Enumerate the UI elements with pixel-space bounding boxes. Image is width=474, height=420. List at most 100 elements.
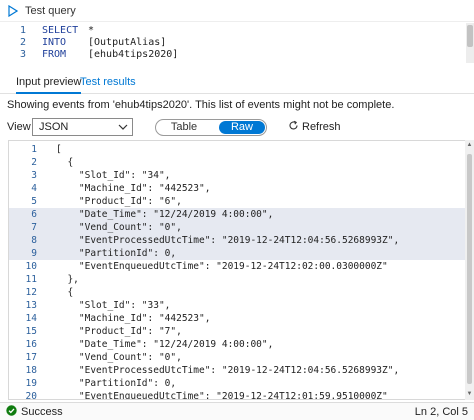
view-label: View [7, 121, 31, 133]
toolbar: Test query [0, 0, 474, 22]
json-line-text: "EventProcessedUtcTime": "2019-12-24T12:… [56, 235, 400, 246]
refresh-label: Refresh [302, 121, 341, 133]
json-line: 4 "Machine_Id": "442523", [9, 182, 474, 195]
refresh-button[interactable]: Refresh [288, 120, 341, 134]
query-keyword: SELECT [42, 25, 79, 36]
json-viewer-scrollbar[interactable]: ▲ ▼ [465, 140, 474, 400]
json-line-text: "Vend_Count": "0", [56, 222, 182, 233]
json-line: 3 "Slot_Id": "34", [9, 169, 474, 182]
line-number: 14 [25, 313, 37, 324]
format-dropdown[interactable]: JSON [32, 118, 133, 136]
line-number: 3 [19, 49, 26, 60]
line-number: 13 [25, 300, 37, 311]
line-number: 9 [31, 248, 37, 259]
json-line: 7 "Vend_Count": "0", [9, 221, 474, 234]
json-line: 14 "Machine_Id": "442523", [9, 312, 474, 325]
line-number: 1 [19, 25, 26, 36]
editor-scrollbar-thumb[interactable] [467, 25, 473, 47]
scroll-down-icon[interactable]: ▼ [465, 390, 474, 399]
json-line-text: { [56, 287, 74, 298]
json-line-text: { [56, 157, 74, 168]
tab-test-results[interactable]: Test results [80, 76, 136, 88]
query-argument: [OutputAlias] [88, 37, 167, 48]
json-line-text: "Slot_Id": "33", [56, 300, 171, 311]
editor-scrollbar[interactable] [466, 23, 474, 63]
json-line-text: "Machine_Id": "442523", [56, 183, 211, 194]
json-line: 17 "Vend_Count": "0", [9, 351, 474, 364]
toggle-table-option[interactable]: Table [156, 120, 212, 135]
json-line-text: "EventProcessedUtcTime": "2019-12-24T12:… [56, 365, 400, 376]
test-query-button[interactable]: Test query [25, 5, 76, 17]
json-viewer[interactable]: 1[2 {3 "Slot_Id": "34", 4 "Machine_Id": "… [8, 140, 474, 400]
toggle-raw-option[interactable]: Raw [219, 121, 265, 134]
query-line: 2 INTO [OutputAlias] [0, 37, 166, 49]
line-number: 1 [31, 144, 37, 155]
scroll-up-icon[interactable]: ▲ [465, 141, 474, 150]
line-number: 16 [25, 339, 37, 350]
line-number: 7 [31, 222, 37, 233]
query-keyword: INTO [42, 37, 67, 48]
json-line-text: "Product_Id": "7", [56, 326, 182, 337]
json-line: 5 "Product_Id": "6", [9, 195, 474, 208]
json-line: 9 "PartitionId": 0, [9, 247, 474, 260]
json-line: 20 "EventEnqueuedUtcTime": "2019-12-24T1… [9, 390, 474, 400]
json-line-text: "PartitionId": 0, [56, 378, 177, 389]
query-line: 3 FROM [ehub4tips2020] [0, 49, 178, 61]
json-line-text: "Product_Id": "6", [56, 196, 182, 207]
json-line: 18 "EventProcessedUtcTime": "2019-12-24T… [9, 364, 474, 377]
json-line-text: "EventEnqueuedUtcTime": "2019-12-24T12:0… [56, 391, 388, 400]
line-number: 19 [25, 378, 37, 389]
line-number: 8 [31, 235, 37, 246]
line-number: 3 [31, 170, 37, 181]
success-check-icon [6, 405, 17, 419]
json-line: 10 "EventEnqueuedUtcTime": "2019-12-24T1… [9, 260, 474, 273]
json-line: 2 { [9, 156, 474, 169]
query-line: 1 SELECT * [0, 25, 94, 37]
json-line-text: "EventEnqueuedUtcTime": "2019-12-24T12:0… [56, 261, 388, 272]
json-line: 13 "Slot_Id": "33", [9, 299, 474, 312]
json-line: 15 "Product_Id": "7", [9, 325, 474, 338]
line-number: 4 [31, 183, 37, 194]
query-argument: [ehub4tips2020] [88, 49, 179, 60]
json-line: 12 { [9, 286, 474, 299]
play-icon[interactable] [3, 0, 23, 22]
line-number: 5 [31, 196, 37, 207]
json-line-text: [ [56, 144, 62, 155]
json-line-text: "Machine_Id": "442523", [56, 313, 211, 324]
events-notice: Showing events from 'ehub4tips2020'. Thi… [7, 99, 395, 111]
json-line: 8 "EventProcessedUtcTime": "2019-12-24T1… [9, 234, 474, 247]
line-number: 2 [31, 157, 37, 168]
line-number: 11 [25, 274, 37, 285]
json-line-text: "Date_Time": "12/24/2019 4:00:00", [56, 339, 274, 350]
json-line: 11 }, [9, 273, 474, 286]
view-controls: View JSON Table Raw Refresh [0, 117, 474, 137]
json-line: 19 "PartitionId": 0, [9, 377, 474, 390]
line-number: 12 [25, 287, 37, 298]
cursor-position: Ln 2, Col 5 [414, 406, 468, 418]
query-editor[interactable]: 1 SELECT * 2 INTO [OutputAlias] 3 FROM [… [0, 23, 474, 63]
result-tabs: Input preview Test results [0, 72, 474, 94]
tab-label: Input preview [16, 76, 82, 88]
line-number: 15 [25, 326, 37, 337]
status-bar: Success Ln 2, Col 5 [0, 402, 474, 420]
line-number: 18 [25, 365, 37, 376]
line-number: 2 [19, 37, 26, 48]
table-raw-toggle[interactable]: Table Raw [155, 119, 267, 136]
json-line: 1[ [9, 143, 474, 156]
chevron-down-icon [118, 122, 128, 135]
json-line-text: "PartitionId": 0, [56, 248, 177, 259]
json-line-text: "Date_Time": "12/24/2019 4:00:00", [56, 209, 274, 220]
status-text: Success [21, 406, 63, 418]
json-line-text: "Vend_Count": "0", [56, 352, 182, 363]
json-line-text: "Slot_Id": "34", [56, 170, 171, 181]
query-keyword: FROM [42, 49, 67, 60]
json-line: 6 "Date_Time": "12/24/2019 4:00:00", [9, 208, 474, 221]
json-viewer-scrollbar-thumb[interactable] [467, 154, 472, 384]
line-number: 17 [25, 352, 37, 363]
json-line: 16 "Date_Time": "12/24/2019 4:00:00", [9, 338, 474, 351]
status-success: Success [6, 405, 63, 419]
json-line-text: }, [56, 274, 79, 285]
query-argument: * [88, 25, 95, 36]
tab-input-preview[interactable]: Input preview [16, 76, 82, 94]
line-number: 6 [31, 209, 37, 220]
